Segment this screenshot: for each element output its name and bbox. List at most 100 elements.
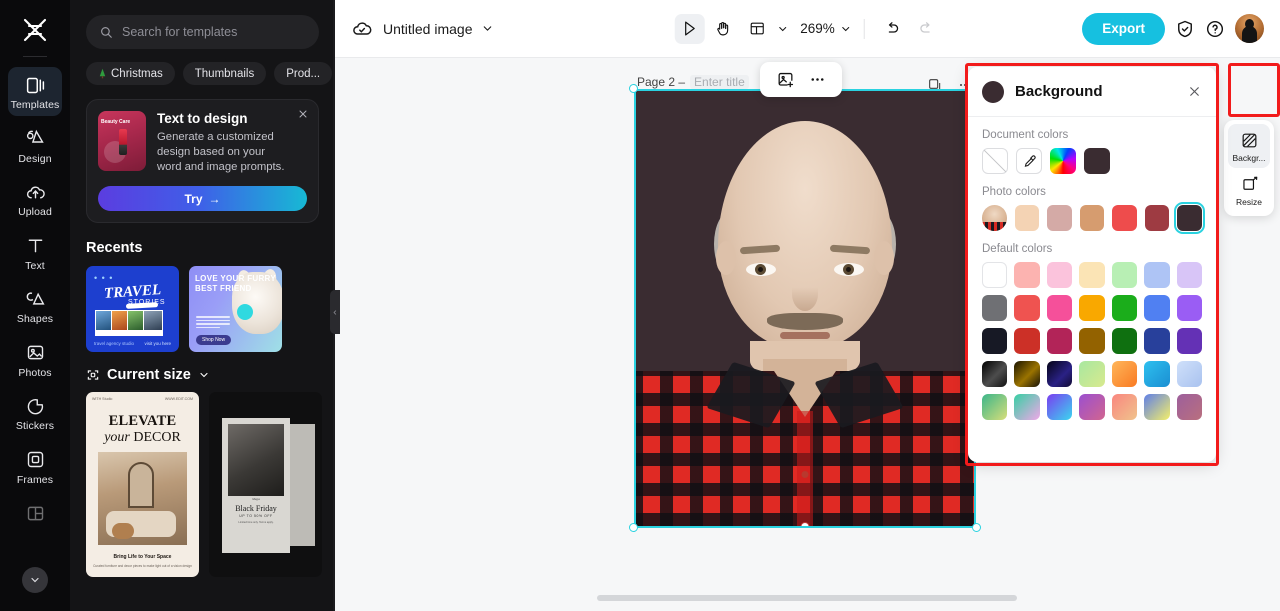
document-title[interactable]: Untitled image xyxy=(383,21,473,37)
close-icon[interactable] xyxy=(297,108,309,120)
photo-color-swatch[interactable] xyxy=(1112,205,1137,231)
template-card[interactable]: WITH Studio WWW.EDIT.COM ELEVATE your DE… xyxy=(86,392,199,578)
color-swatch[interactable] xyxy=(1014,262,1040,288)
color-swatch[interactable] xyxy=(1046,295,1073,321)
page-title-input[interactable]: Enter title xyxy=(690,75,749,89)
recent-template-card[interactable]: • • • TRAVEL STORIES travel agency studi… xyxy=(86,266,179,353)
export-button[interactable]: Export xyxy=(1082,12,1165,45)
color-swatch[interactable] xyxy=(1111,328,1138,354)
gradient-swatch[interactable] xyxy=(1046,361,1073,387)
gradient-swatch[interactable] xyxy=(1079,361,1105,387)
current-background-swatch[interactable] xyxy=(982,80,1004,103)
resize-tool-button[interactable]: Resize xyxy=(1228,168,1270,212)
sidebar-item-more-hidden[interactable] xyxy=(8,495,62,529)
no-color-swatch[interactable] xyxy=(982,148,1008,174)
color-swatch[interactable] xyxy=(1144,262,1170,288)
search-input[interactable] xyxy=(122,25,306,39)
color-swatch[interactable] xyxy=(982,295,1008,321)
chevron-down-icon[interactable] xyxy=(481,22,494,35)
color-swatch[interactable] xyxy=(1014,328,1040,354)
gradient-swatch[interactable] xyxy=(1079,394,1105,420)
eyedropper-swatch[interactable] xyxy=(1016,148,1042,174)
color-swatch[interactable] xyxy=(1176,262,1202,288)
sidebar-item-templates[interactable]: Templates xyxy=(8,67,62,116)
collapse-panel-handle[interactable] xyxy=(330,290,340,334)
try-button[interactable]: Try → xyxy=(98,186,307,212)
resize-handle-br[interactable] xyxy=(972,523,981,532)
color-swatch[interactable] xyxy=(1046,328,1073,354)
sidebar-item-upload[interactable]: Upload xyxy=(8,174,62,223)
color-swatch[interactable] xyxy=(1079,328,1105,354)
sidebar-item-frames[interactable]: Frames xyxy=(8,442,62,491)
photo-color-swatch[interactable] xyxy=(1014,205,1040,231)
sidebar-item-shapes[interactable]: Shapes xyxy=(8,281,62,330)
zoom-control[interactable]: 269% xyxy=(800,21,852,36)
sidebar-item-design[interactable]: Design xyxy=(8,121,62,170)
gradient-swatch[interactable] xyxy=(1176,394,1202,420)
gradient-swatch[interactable] xyxy=(1014,394,1040,420)
sidebar-item-photos[interactable]: Photos xyxy=(8,335,62,384)
select-tool-button[interactable] xyxy=(674,13,705,44)
portrait-photo[interactable] xyxy=(636,91,974,526)
document-color-swatch[interactable] xyxy=(1084,148,1110,174)
gradient-swatch[interactable] xyxy=(1046,394,1073,420)
color-swatch[interactable] xyxy=(1144,295,1170,321)
color-swatch[interactable] xyxy=(1176,295,1202,321)
recent-template-card[interactable]: LOVE YOUR FURRY BEST FRIEND Shop Now xyxy=(189,266,282,353)
gradient-swatch[interactable] xyxy=(1014,361,1040,387)
undo-button[interactable] xyxy=(877,14,907,44)
capcut-logo-icon[interactable] xyxy=(13,10,57,50)
image-plus-icon[interactable] xyxy=(772,67,798,93)
cloud-saved-icon[interactable] xyxy=(351,18,373,40)
gradient-swatch[interactable] xyxy=(1111,394,1138,420)
chip-products[interactable]: Prod... xyxy=(274,62,333,85)
sidebar-item-text[interactable]: Text xyxy=(8,228,62,277)
current-size-dropdown[interactable]: Current size xyxy=(86,367,335,383)
gradient-swatch[interactable] xyxy=(1144,361,1170,387)
color-swatch[interactable] xyxy=(1111,295,1138,321)
sidebar-item-stickers[interactable]: Stickers xyxy=(8,388,62,437)
resize-handle-bl[interactable] xyxy=(629,523,638,532)
chip-christmas[interactable]: Christmas xyxy=(86,62,175,85)
layout-tool-button[interactable] xyxy=(742,14,772,44)
chip-thumbnails[interactable]: Thumbnails xyxy=(182,62,267,85)
redo-button[interactable] xyxy=(911,14,941,44)
photo-color-swatch-selected[interactable] xyxy=(1174,202,1205,234)
gradient-swatch[interactable] xyxy=(982,361,1008,387)
gradient-swatch[interactable] xyxy=(1111,361,1138,387)
search-input-wrapper[interactable] xyxy=(86,15,319,49)
color-swatch[interactable] xyxy=(982,262,1008,288)
photo-color-swatch[interactable] xyxy=(1079,205,1105,231)
color-swatch[interactable] xyxy=(1014,295,1040,321)
color-picker-swatch[interactable] xyxy=(1050,148,1076,174)
gradient-swatch[interactable] xyxy=(1144,394,1170,420)
chevron-down-icon[interactable] xyxy=(22,567,48,593)
chevron-down-icon[interactable] xyxy=(776,23,788,35)
template-card[interactable]: Mega Black Friday UP TO 50% OFF Limited … xyxy=(209,392,322,578)
rotate-handle[interactable] xyxy=(800,522,810,526)
template-fine-print: Limited time only. Terms apply. xyxy=(238,521,274,525)
help-circle-icon[interactable] xyxy=(1205,19,1225,39)
photo-color-swatch[interactable] xyxy=(1144,205,1170,231)
artboard[interactable] xyxy=(634,89,976,528)
hand-tool-button[interactable] xyxy=(708,14,738,44)
gradient-swatch[interactable] xyxy=(1176,361,1202,387)
gradient-swatch[interactable] xyxy=(982,394,1008,420)
ellipsis-icon[interactable] xyxy=(804,67,830,93)
photo-thumbnail-swatch[interactable] xyxy=(982,205,1007,231)
color-swatch[interactable] xyxy=(1079,295,1105,321)
resize-handle-tl[interactable] xyxy=(629,84,638,93)
background-tool-button[interactable]: Backgr... xyxy=(1228,124,1270,168)
color-swatch[interactable] xyxy=(982,328,1008,354)
color-swatch[interactable] xyxy=(1144,328,1170,354)
color-swatch[interactable] xyxy=(1111,262,1138,288)
photo-color-swatch[interactable] xyxy=(1047,205,1072,231)
avatar[interactable] xyxy=(1235,14,1264,43)
color-swatch[interactable] xyxy=(1046,262,1073,288)
shield-check-icon[interactable] xyxy=(1175,19,1195,39)
color-swatch[interactable] xyxy=(1079,262,1105,288)
color-swatch[interactable] xyxy=(1176,328,1202,354)
canvas-area[interactable]: Page 2 – Enter title Background Document… xyxy=(335,58,1280,611)
horizontal-scrollbar[interactable] xyxy=(597,595,1017,601)
close-icon[interactable] xyxy=(1187,84,1202,99)
